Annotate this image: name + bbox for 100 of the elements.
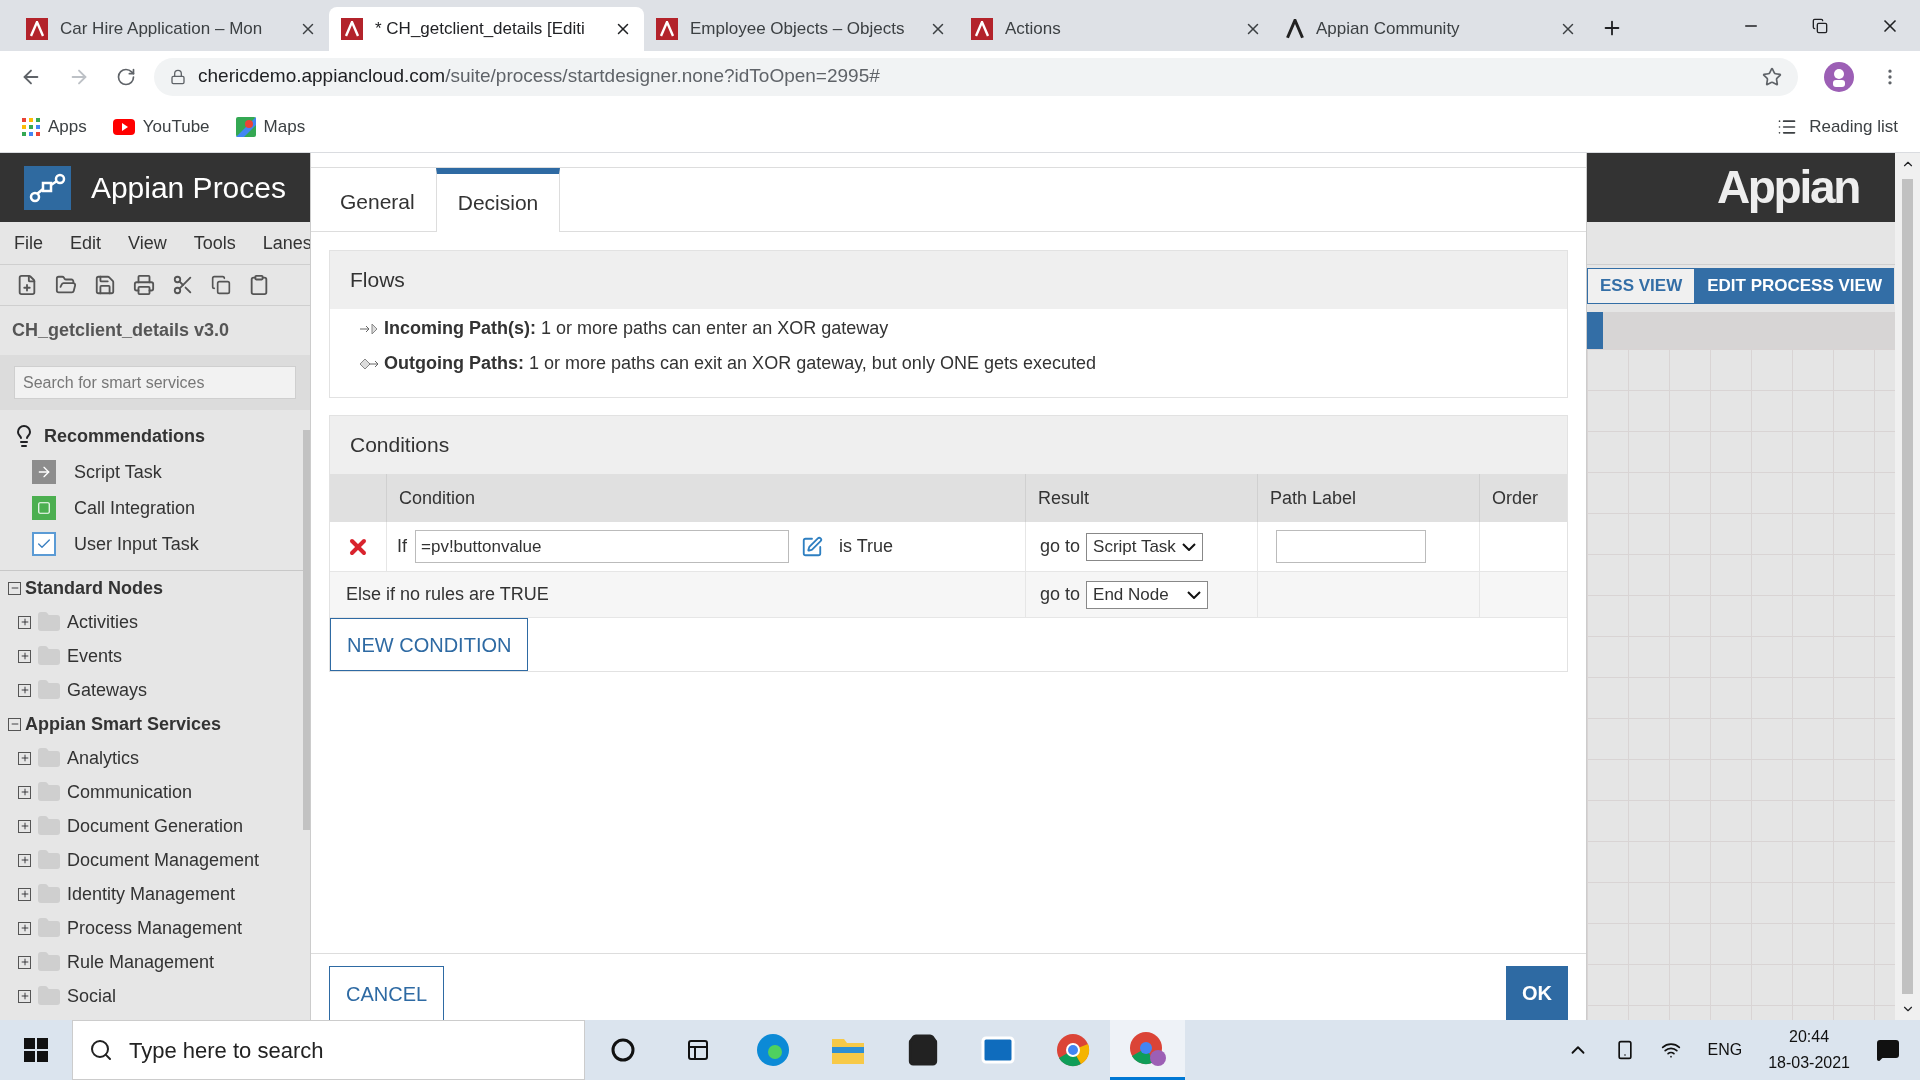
appian-logo-icon xyxy=(1286,19,1304,39)
path-label-field[interactable] xyxy=(1276,530,1426,563)
new-file-icon[interactable] xyxy=(16,274,38,296)
edit-icon[interactable] xyxy=(801,535,823,558)
column-header: Condition xyxy=(386,474,1025,522)
tree-item[interactable]: Rule Management xyxy=(67,948,215,976)
expand-icon[interactable] xyxy=(18,615,31,629)
recommendation-item[interactable]: Script Task xyxy=(0,454,303,490)
menu-item[interactable]: View xyxy=(128,229,167,257)
tree-item[interactable]: Analytics xyxy=(67,744,140,772)
copy-icon[interactable] xyxy=(211,275,231,295)
tree-item[interactable]: Gateways xyxy=(67,676,148,704)
clock-time[interactable]: 20:44 xyxy=(1789,1024,1830,1050)
url-domain: chericdemo.appiancloud.com xyxy=(198,64,446,89)
open-folder-icon[interactable] xyxy=(55,274,77,296)
restore-icon[interactable] xyxy=(1812,17,1828,34)
view-toggle[interactable]: EDIT PROCESS VIEW xyxy=(1695,267,1894,304)
task-view-icon xyxy=(685,1038,710,1062)
windows-logo-icon[interactable] xyxy=(24,1038,48,1062)
target-dropdown[interactable]: End Node xyxy=(1086,580,1208,609)
group-title: Appian Smart Services xyxy=(25,712,222,736)
integration-icon xyxy=(32,496,56,520)
folder-icon xyxy=(37,950,61,974)
expand-icon[interactable] xyxy=(18,921,31,935)
tab-title: Actions xyxy=(1005,18,1062,41)
cortana-icon xyxy=(610,1038,635,1062)
expand-icon[interactable] xyxy=(18,785,31,799)
dialog-tab[interactable]: Decision xyxy=(435,168,561,232)
expand-icon[interactable] xyxy=(18,649,31,663)
tree-item[interactable]: Process Management xyxy=(67,914,243,942)
tab-marker xyxy=(1587,312,1603,349)
tree-item[interactable]: Document Generation xyxy=(67,812,244,840)
new-condition-button[interactable]: NEW CONDITION xyxy=(330,618,529,671)
app-title: Appian Proces xyxy=(90,170,286,206)
tree-item[interactable]: Document Management xyxy=(67,846,260,874)
scrollbar-thumb[interactable] xyxy=(1902,179,1913,994)
menu-item[interactable]: Edit xyxy=(70,229,102,257)
tree-item[interactable]: Communication xyxy=(67,778,193,806)
reload-icon[interactable] xyxy=(116,66,136,87)
bookmark-link[interactable]: Maps xyxy=(235,114,306,140)
map-pin-icon xyxy=(235,117,256,137)
scrollbar[interactable] xyxy=(303,430,310,830)
bookmark-link[interactable]: YouTube xyxy=(112,114,210,140)
dialog-tab[interactable]: General xyxy=(319,167,436,231)
expand-icon[interactable] xyxy=(18,887,31,901)
expand-icon[interactable] xyxy=(18,751,31,765)
go-to-label: go to xyxy=(1040,583,1081,606)
print-icon[interactable] xyxy=(133,274,155,296)
language-indicator[interactable]: ENG xyxy=(1707,1038,1743,1062)
expression-field[interactable]: =pv!buttonvalue xyxy=(415,530,789,563)
model-title: CH_getclient_details v3.0 xyxy=(11,319,231,342)
profile-avatar-icon[interactable] xyxy=(1824,61,1854,92)
browser-tab[interactable]: Car Hire Application – Mon xyxy=(14,7,329,51)
cancel-button[interactable]: CANCEL xyxy=(329,966,445,1020)
bookmark-star-icon[interactable] xyxy=(1762,66,1782,87)
edge-logo-icon xyxy=(754,1032,791,1068)
browser-tab[interactable]: * CH_getclient_details [Editi xyxy=(329,7,644,51)
process-logo-icon xyxy=(24,165,71,210)
clock-date[interactable]: 18-03-2021 xyxy=(1768,1050,1850,1076)
menu-item[interactable]: File xyxy=(14,229,43,257)
target-dropdown[interactable]: Script Task xyxy=(1086,532,1203,561)
folder-icon xyxy=(37,984,61,1008)
flow-description: Outgoing Paths: 1 or more paths can exit an XOR gateway, but only ONE gets executed xyxy=(384,352,1096,375)
apps-grid-icon xyxy=(22,118,40,136)
search-field[interactable]: Search for smart services xyxy=(14,366,296,399)
recommendation-item[interactable]: Call Integration xyxy=(0,490,303,526)
save-icon[interactable] xyxy=(94,274,116,296)
ok-button[interactable]: OK xyxy=(1506,966,1568,1020)
menu-item[interactable]: Tools xyxy=(193,229,236,257)
browser-tab[interactable]: Employee Objects – Objects xyxy=(644,7,959,51)
expand-icon[interactable] xyxy=(18,819,31,833)
taskbar-search-field[interactable]: Type here to search xyxy=(72,1020,585,1080)
expand-icon[interactable] xyxy=(18,683,31,697)
browser-tab[interactable]: Actions xyxy=(959,7,1274,51)
expand-icon[interactable] xyxy=(18,955,31,969)
appian-logo-icon xyxy=(971,18,993,40)
flow-description: Incoming Path(s): 1 or more paths can enter an XOR gateway xyxy=(384,317,889,340)
view-toggle[interactable]: ESS VIEW xyxy=(1587,267,1696,304)
chevron-down-icon xyxy=(1181,542,1196,551)
wifi-icon[interactable] xyxy=(1661,1040,1682,1060)
notifications-icon[interactable] xyxy=(1876,1038,1900,1062)
recommendation-item[interactable]: User Input Task xyxy=(0,526,303,562)
lock-icon xyxy=(170,68,186,85)
expand-icon[interactable] xyxy=(18,989,31,1003)
url-path: /suite/process/startdesigner.none?idToOpen=2995# xyxy=(445,64,880,89)
tree-item[interactable]: Identity Management xyxy=(67,880,236,908)
reading-list-link[interactable]: Reading list xyxy=(1777,114,1898,140)
folder-icon xyxy=(37,678,61,702)
bookmark-link[interactable]: Apps xyxy=(22,114,87,140)
browser-tab[interactable]: Appian Community xyxy=(1274,7,1589,51)
collapse-icon[interactable] xyxy=(8,581,21,595)
tree-item[interactable]: Social xyxy=(67,982,117,1010)
address-field[interactable]: chericdemo.appiancloud.com/suite/process/startdesigner.none?idToOpen=2995# xyxy=(154,57,1798,96)
collapse-icon[interactable] xyxy=(8,717,21,731)
tree-item[interactable]: Activities xyxy=(67,608,138,636)
tree-item[interactable]: Events xyxy=(67,642,123,670)
if-label: If xyxy=(397,535,407,558)
expand-icon[interactable] xyxy=(18,853,31,867)
paste-icon[interactable] xyxy=(248,274,270,296)
cut-icon[interactable] xyxy=(172,274,194,296)
